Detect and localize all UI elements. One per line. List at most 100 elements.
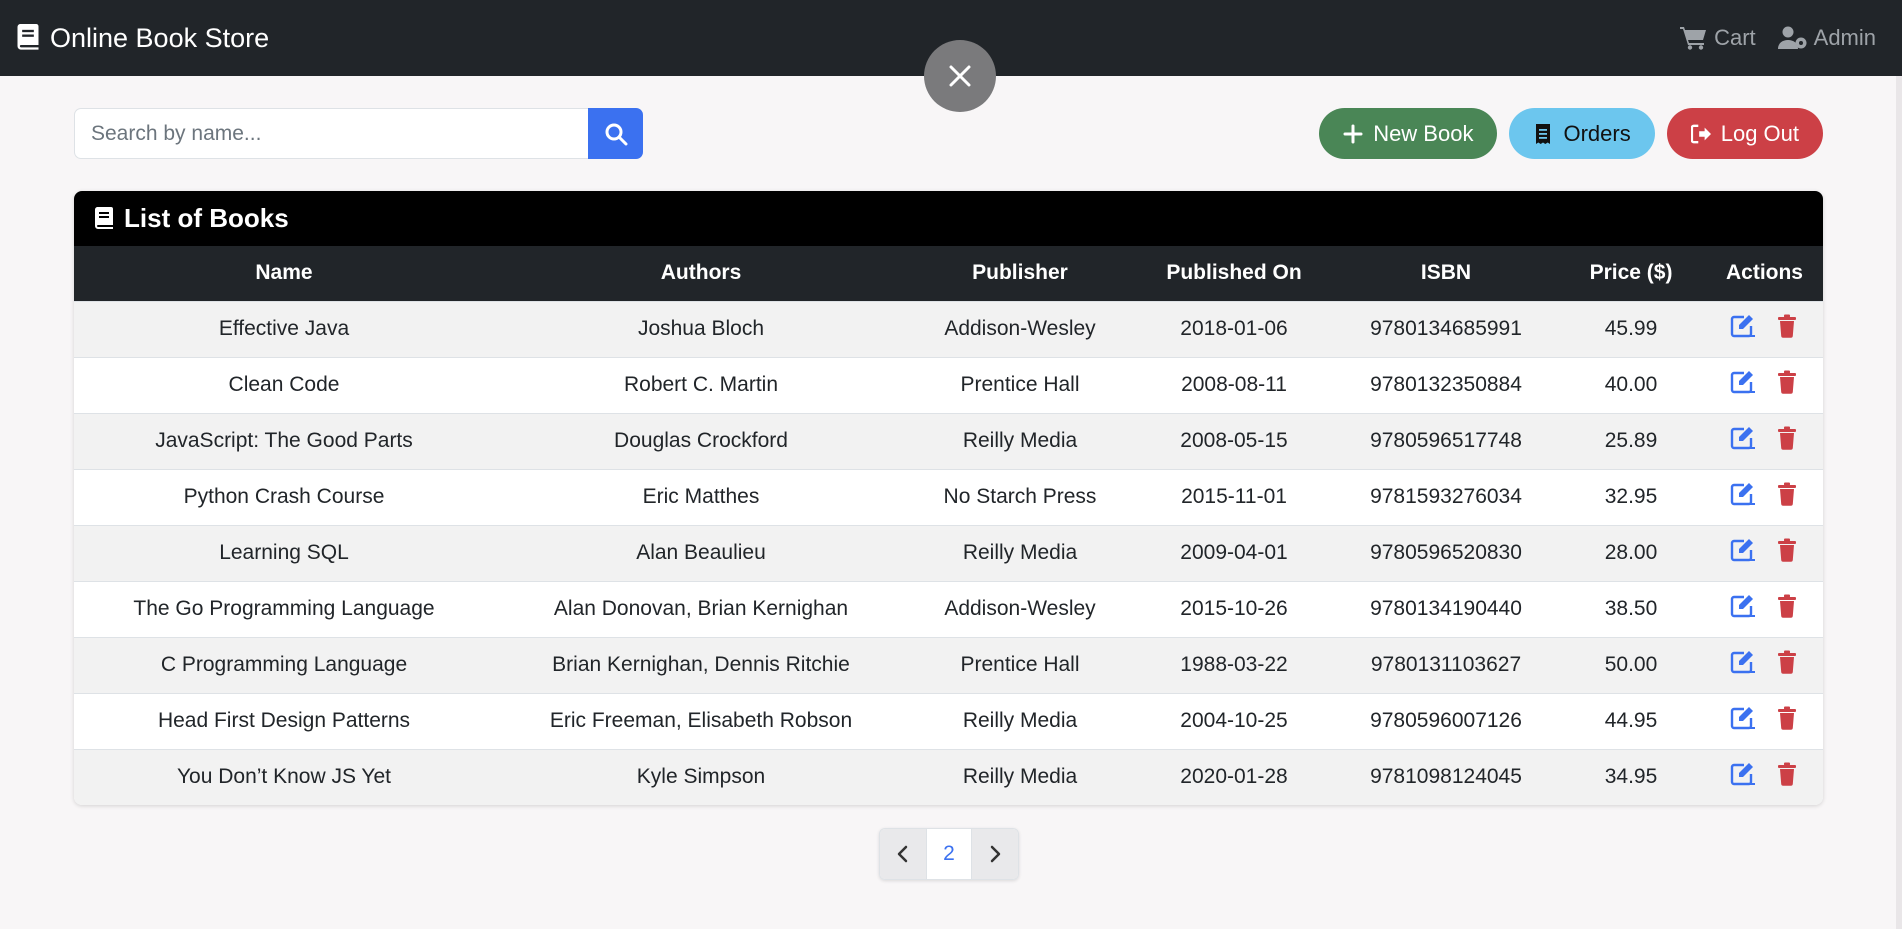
search-bar [74, 108, 643, 159]
cell-name: Python Crash Course [183, 485, 385, 508]
col-header-price[interactable]: Price ($) [1556, 246, 1706, 301]
edit-button[interactable] [1730, 762, 1756, 792]
cell-published-on: 2008-08-11 [1181, 373, 1287, 396]
table-row: Learning SQL Alan Beaulieu Reilly Media 200… [74, 525, 1823, 581]
cell-name: Learning SQL [219, 541, 349, 564]
search-input[interactable] [74, 108, 588, 159]
new-book-button[interactable]: New Book [1319, 108, 1498, 159]
col-header-published-on[interactable]: Published On [1132, 246, 1336, 301]
cell-publisher: Addison-Wesley [944, 317, 1096, 340]
chevron-left-icon [897, 845, 908, 863]
trash-icon [1777, 314, 1796, 338]
table-row: Effective Java Joshua Bloch Addison-Wesley… [74, 301, 1823, 357]
row-actions [1706, 414, 1823, 469]
cell-publisher: Reilly Media [962, 541, 1078, 564]
new-book-label: New Book [1373, 120, 1474, 146]
row-actions [1706, 470, 1823, 525]
table-row: Clean Code Robert C. Martin Prentice Hall 2… [74, 357, 1823, 413]
edit-icon [1730, 427, 1755, 450]
prev-page-button[interactable] [880, 829, 926, 879]
table-row: The Go Programming Language Alan Donovan,… [74, 581, 1823, 637]
cell-name: Head First Design Patterns [157, 709, 411, 732]
next-page-button[interactable] [972, 829, 1018, 879]
edit-button[interactable] [1730, 370, 1756, 400]
cell-isbn: 9780596007126 [1370, 709, 1522, 732]
admin-link[interactable]: Admin [1777, 25, 1876, 51]
cell-actions [1706, 637, 1823, 693]
logout-icon [1690, 124, 1711, 143]
cell-isbn: 9781098124045 [1370, 765, 1522, 788]
cell-isbn: 9780596517748 [1370, 429, 1522, 452]
chevron-right-icon [990, 845, 1001, 863]
cell-publisher: Reilly Media [962, 709, 1078, 732]
cell-isbn: 9780131103627 [1370, 653, 1522, 676]
cell-published-on: 2018-01-06 [1180, 317, 1288, 340]
delete-button[interactable] [1774, 538, 1800, 568]
col-header-authors[interactable]: Authors [494, 246, 908, 301]
edit-button[interactable] [1730, 538, 1756, 568]
delete-button[interactable] [1774, 706, 1800, 736]
book-icon [17, 24, 39, 50]
table-row: Head First Design Patterns Eric Freeman, … [74, 693, 1823, 749]
cell-authors: Eric Freeman, Elisabeth Robson [549, 709, 853, 732]
cell-name: Effective Java [218, 317, 350, 340]
edit-button[interactable] [1730, 706, 1756, 736]
orders-button[interactable]: Orders [1509, 108, 1655, 159]
cell-published-on: 2009-04-01 [1180, 541, 1288, 564]
cell-authors: Alan Beaulieu [636, 541, 766, 564]
delete-button[interactable] [1774, 482, 1800, 512]
edit-button[interactable] [1730, 314, 1756, 344]
cell-authors: Eric Matthes [642, 485, 760, 508]
edit-button[interactable] [1730, 594, 1756, 624]
card-title: List of Books [124, 203, 289, 233]
logout-button[interactable]: Log Out [1666, 108, 1823, 159]
delete-button[interactable] [1774, 314, 1800, 344]
close-button[interactable] [924, 40, 996, 112]
trash-icon [1777, 650, 1796, 674]
logout-label: Log Out [1720, 120, 1799, 146]
table-row: JavaScript: The Good Parts Douglas Crockf… [74, 413, 1823, 469]
cell-publisher: Addison-Wesley [944, 597, 1096, 620]
brand-title: Online Book Store [50, 22, 270, 53]
search-button[interactable] [588, 108, 643, 159]
cell-name: You Don’t Know JS Yet [176, 765, 392, 788]
col-header-publisher[interactable]: Publisher [908, 246, 1132, 301]
brand[interactable]: Online Book Store [16, 23, 269, 54]
cell-name: JavaScript: The Good Parts [155, 429, 413, 452]
table-row: You Don’t Know JS Yet Kyle Simpson Reilly … [74, 749, 1823, 805]
col-header-name[interactable]: Name [74, 246, 494, 301]
delete-button[interactable] [1774, 650, 1800, 680]
cell-isbn: 9780134685991 [1370, 317, 1522, 340]
edit-icon [1730, 763, 1755, 786]
edit-button[interactable] [1730, 426, 1756, 456]
cell-price: 25.89 [1604, 429, 1658, 452]
cell-authors: Alan Donovan, Brian Kernighan [553, 597, 849, 620]
edit-icon [1730, 315, 1755, 338]
edit-icon [1730, 595, 1755, 618]
edit-button[interactable] [1730, 650, 1756, 680]
row-actions [1706, 582, 1823, 637]
cell-published-on: 2008-05-15 [1180, 429, 1288, 452]
page-number[interactable]: 2 [926, 829, 972, 879]
cell-actions [1706, 693, 1823, 749]
trash-icon [1777, 538, 1796, 562]
trash-icon [1777, 482, 1796, 506]
cart-icon [1680, 27, 1707, 50]
cell-actions [1706, 581, 1823, 637]
cell-actions [1706, 749, 1823, 805]
plus-icon [1343, 124, 1363, 143]
trash-icon [1777, 594, 1796, 618]
cart-link[interactable]: Cart [1680, 25, 1756, 51]
cell-price: 38.50 [1604, 597, 1658, 620]
cell-price: 34.95 [1604, 765, 1658, 788]
delete-button[interactable] [1774, 370, 1800, 400]
delete-button[interactable] [1774, 594, 1800, 624]
edit-button[interactable] [1730, 482, 1756, 512]
col-header-isbn[interactable]: ISBN [1336, 246, 1556, 301]
scrollbar[interactable] [1896, 76, 1902, 929]
book-icon [94, 206, 113, 229]
delete-button[interactable] [1774, 762, 1800, 792]
delete-button[interactable] [1774, 426, 1800, 456]
cell-price: 45.99 [1604, 317, 1658, 340]
cell-name: Clean Code [228, 373, 340, 396]
